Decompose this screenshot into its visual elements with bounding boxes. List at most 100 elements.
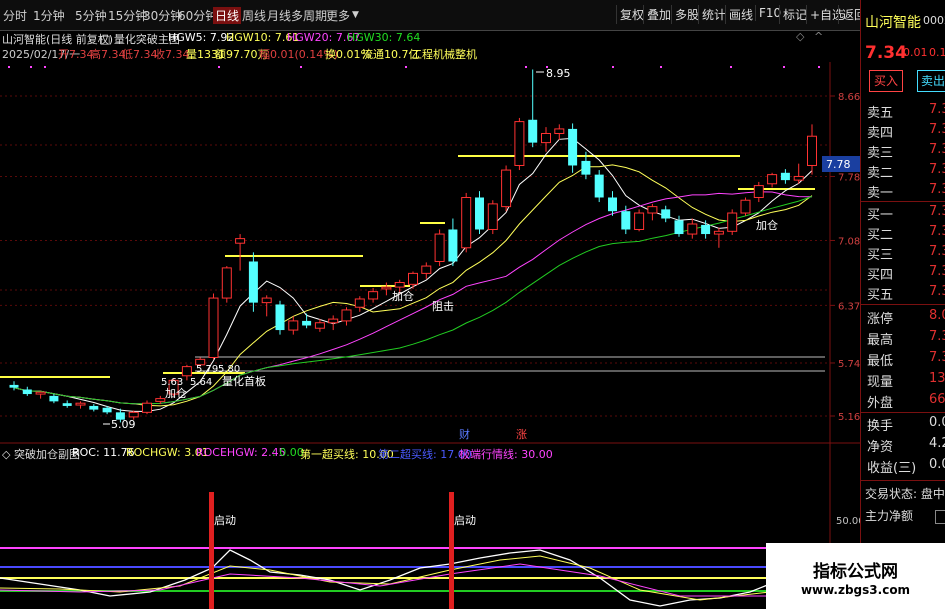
stat-high-value: 7.3 bbox=[929, 329, 945, 344]
candle-body bbox=[155, 398, 166, 402]
signal-dot bbox=[730, 66, 732, 68]
candle-body bbox=[701, 224, 711, 235]
bid-2-price: 7.3 bbox=[929, 224, 945, 239]
candle-body bbox=[807, 135, 817, 166]
jiacang-label: 加仓 bbox=[392, 289, 414, 303]
second-overbought-value: 第二超买线: 17.00 bbox=[378, 448, 472, 461]
candle-body bbox=[49, 395, 59, 402]
stat-limit-up-value: 8.0 bbox=[929, 308, 945, 323]
price-axis-tick: 8.66 bbox=[838, 92, 860, 103]
flow-chart-icon[interactable] bbox=[935, 510, 945, 524]
jiacang-label: 加仓 bbox=[165, 386, 187, 400]
qidong-label: 启动 bbox=[214, 514, 236, 527]
price-axis-tick: 7.78 bbox=[838, 172, 860, 183]
quote-panel: 7.34 0.01 0.14% 买入 卖出 卖五 卖四 卖三 卖二 卖一 7.3… bbox=[860, 40, 945, 609]
bid-3-price: 7.3 bbox=[929, 244, 945, 259]
signal-dot bbox=[405, 66, 407, 68]
candle-body bbox=[368, 291, 379, 300]
candle-body bbox=[35, 391, 46, 395]
ask-3-label: 卖三 bbox=[867, 146, 894, 161]
candle-body bbox=[661, 209, 671, 219]
candle-body bbox=[528, 119, 538, 143]
ask-2-label: 卖二 bbox=[867, 166, 894, 181]
candle-body bbox=[448, 229, 458, 262]
bid-3-label: 买三 bbox=[867, 248, 894, 263]
price-axis-tick: 5.74 bbox=[838, 359, 860, 370]
ask-3-price: 7.3 bbox=[929, 142, 945, 157]
price-axis-tick: 7.08 bbox=[838, 236, 860, 247]
candle-body bbox=[634, 212, 645, 230]
candle-body bbox=[302, 320, 312, 326]
candle-body bbox=[89, 405, 99, 410]
candle-body bbox=[22, 389, 32, 395]
bid-5-label: 买五 bbox=[867, 288, 894, 303]
stat-outer-value: 66 bbox=[929, 392, 945, 407]
stock-header: 山河智能 00020 bbox=[860, 0, 945, 44]
bid-4-price: 7.3 bbox=[929, 264, 945, 279]
buy-button[interactable]: 买入 bbox=[869, 70, 903, 92]
qidong-label: 启动 bbox=[454, 514, 476, 527]
extreme-line-value: 极端行情线: 30.00 bbox=[459, 448, 553, 461]
finance-marker[interactable]: 财 bbox=[459, 427, 470, 441]
candle-body bbox=[674, 220, 684, 235]
zuji-label: 阻击 bbox=[432, 300, 454, 313]
candle-body bbox=[381, 286, 392, 290]
candle-body bbox=[9, 384, 19, 388]
stats-divider bbox=[861, 412, 945, 413]
candle-body bbox=[594, 174, 604, 198]
stock-code: 00020 bbox=[923, 14, 945, 27]
stock-name: 山河智能 bbox=[865, 15, 921, 31]
price-axis-tick: 6.37 bbox=[838, 301, 860, 312]
ask-2-price: 7.3 bbox=[929, 162, 945, 177]
candle-body bbox=[767, 174, 778, 185]
stat-volume-label: 现量 bbox=[867, 375, 894, 390]
candle-body bbox=[421, 265, 432, 274]
jiacang-label: 加仓 bbox=[756, 218, 778, 232]
candle-body bbox=[102, 407, 112, 413]
candle-body bbox=[753, 185, 764, 198]
candle-body bbox=[608, 197, 617, 212]
stat-turnover-value: 0.0 bbox=[929, 415, 945, 430]
price-axis-tick: 5.16 bbox=[838, 412, 860, 423]
candle-body bbox=[647, 206, 658, 214]
limit-up-marker[interactable]: 涨 bbox=[516, 428, 527, 441]
ask-4-price: 7.3 bbox=[929, 122, 945, 137]
candle-body bbox=[128, 411, 139, 418]
candle-body bbox=[581, 160, 591, 175]
sub-indicator-name: 突破加仓副图 bbox=[13, 448, 80, 461]
candle-body bbox=[288, 320, 299, 331]
sub-axis-tick: 50.00 bbox=[836, 516, 860, 527]
high-price-label: 8.95 bbox=[546, 67, 571, 80]
ask-4-label: 卖四 bbox=[867, 126, 894, 141]
candle-body bbox=[780, 172, 790, 181]
candle-body bbox=[208, 297, 219, 358]
expand-icon: ◇ bbox=[2, 448, 11, 461]
signal-dot bbox=[783, 66, 785, 68]
stat-turnover-label: 换手 bbox=[867, 419, 894, 434]
candle-body bbox=[408, 272, 418, 285]
candle-body bbox=[181, 366, 192, 377]
stat-eps-value: 0.03 bbox=[929, 457, 945, 472]
bid-1-label: 买一 bbox=[867, 208, 894, 223]
candle-body bbox=[275, 304, 285, 331]
ask-5-price: 7.3 bbox=[929, 102, 945, 117]
candle-body bbox=[487, 203, 498, 230]
candle-body bbox=[434, 233, 445, 262]
trade-status: 交易状态: 盘中 bbox=[865, 487, 945, 501]
main-flow-label: 主力净额 bbox=[865, 509, 914, 523]
sell-button[interactable]: 卖出 bbox=[917, 70, 945, 92]
sub-indicator-label[interactable]: ◇ 突破加仓副图 bbox=[2, 446, 80, 462]
candle-body bbox=[62, 403, 72, 406]
stat-net-asset-value: 4.2 bbox=[929, 436, 945, 451]
candle-body bbox=[501, 169, 512, 208]
bid-5-price: 7.3 bbox=[929, 284, 945, 299]
bid-4-label: 买四 bbox=[867, 268, 894, 283]
stat-outer-label: 外盘 bbox=[867, 396, 894, 411]
signal-dot bbox=[818, 66, 820, 68]
stat-net-asset-label: 净资 bbox=[867, 440, 894, 455]
candle-body bbox=[727, 212, 738, 232]
candlestick-chart[interactable]: 8.667.787.086.375.745.16 8.95 5.09 5.63 … bbox=[0, 0, 860, 609]
ask-5-label: 卖五 bbox=[867, 106, 894, 121]
qidong-bar bbox=[449, 492, 454, 609]
level-label: 5.80 bbox=[218, 364, 240, 375]
